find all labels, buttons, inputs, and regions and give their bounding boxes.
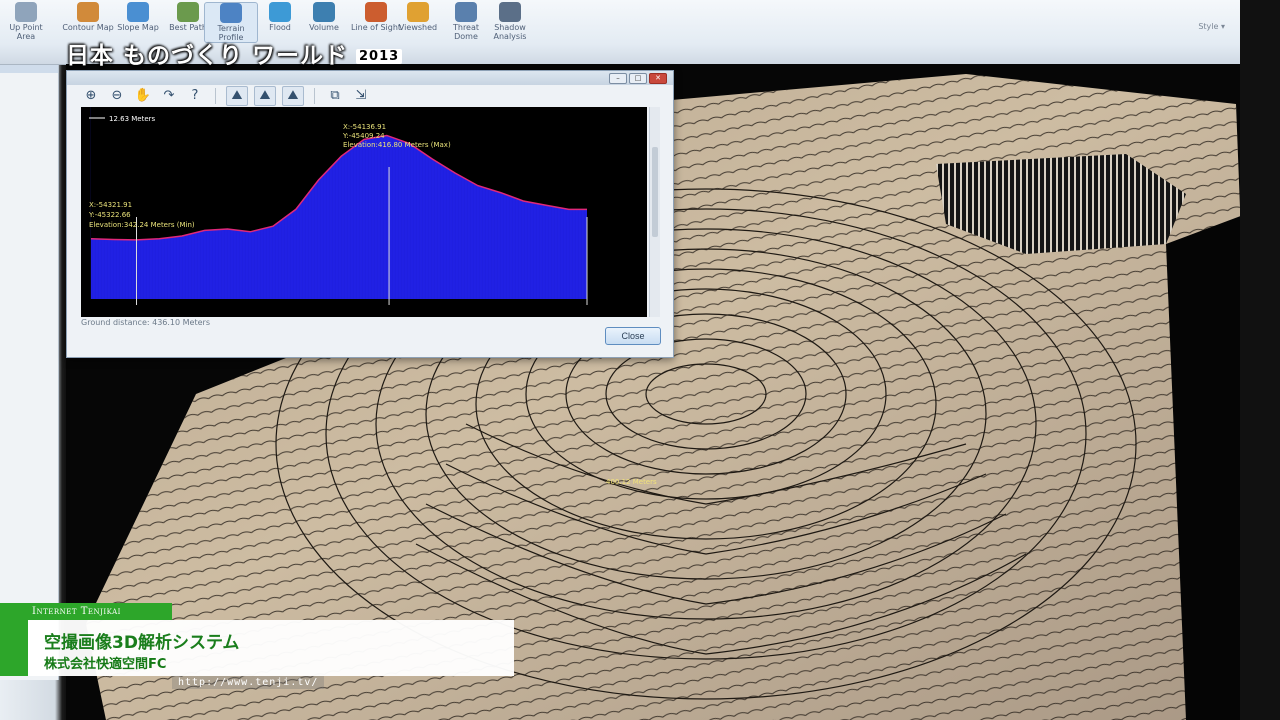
chart-scrollbar-thumb[interactable] — [652, 147, 658, 237]
left-side-panel — [0, 40, 59, 680]
profile-toolbar: ⊕ ⊖ ✋ ↷ ? ⛰ ⛰ ⛰ ⧉ ⇲ — [81, 85, 371, 107]
min-point-y: Y:-45322.66 — [88, 211, 131, 219]
show-title-text: 日本 ものづくり ワールド — [66, 43, 349, 69]
minimize-icon[interactable]: – — [609, 73, 627, 84]
ribbon-item-area[interactable]: Up Point Area — [0, 2, 52, 41]
show-title: 日本 ものづくり ワールド 2013 — [66, 36, 403, 70]
best-path-icon — [177, 2, 199, 22]
ribbon-item-slope-map[interactable]: Slope Map — [112, 2, 164, 32]
line-of-sight-icon — [365, 2, 387, 22]
ribbon-item-label: Shadow Analysis — [493, 23, 527, 41]
export-icon[interactable]: ⇲ — [351, 87, 371, 105]
ribbon-item-label: Best Path — [169, 23, 207, 32]
caption-title: 空撮画像3D解析システム — [44, 633, 240, 653]
max-point-elevation: Elevation:416.80 Meters (Max) — [343, 141, 451, 149]
redo-icon[interactable]: ↷ — [159, 87, 179, 105]
ribbon-item-shadow-analysis[interactable]: Shadow Analysis — [484, 2, 536, 41]
min-point-elevation: Elevation:342.24 Meters (Min) — [89, 221, 195, 229]
ribbon-item-contour-map[interactable]: Contour Map — [62, 2, 114, 32]
pan-icon[interactable]: ✋ — [133, 87, 153, 105]
channel-label-bar: Internet Tenjikai — [0, 603, 172, 620]
website-url[interactable]: http://www.tenji.tv/ — [172, 676, 325, 689]
ribbon-item-viewshed[interactable]: Viewshed — [392, 2, 444, 32]
area-icon — [15, 2, 37, 22]
min-point-x: X:-54321.91 — [89, 201, 132, 209]
ribbon-item-volume[interactable]: Volume — [298, 2, 350, 32]
max-point-x: X:-54136.91 — [343, 123, 386, 131]
help-icon[interactable]: ? — [185, 87, 205, 105]
caption-accent — [0, 620, 28, 676]
shadow-analysis-icon — [499, 2, 521, 22]
contour-elevation-label: 400.12 Meters — [606, 478, 657, 486]
profile-view-3-icon[interactable]: ⛰ — [282, 86, 304, 106]
show-year-badge: 2013 — [356, 49, 403, 64]
flood-icon — [269, 2, 291, 22]
terrain-profile-window[interactable]: – □ ✕ ⊕ ⊖ ✋ ↷ ? ⛰ ⛰ ⛰ ⧉ ⇲ 12.63 Meters X… — [66, 70, 674, 358]
ribbon-item-label: Up Point Area — [9, 23, 43, 41]
viewshed-icon — [407, 2, 429, 22]
max-point-y: Y:-45409.24 — [342, 132, 385, 140]
caption-box: 空撮画像3D解析システム 株式会社快適空間FC — [28, 620, 514, 676]
terrain-profile-icon — [220, 3, 242, 23]
zoom-out-icon[interactable]: ⊖ — [107, 87, 127, 105]
zoom-in-icon[interactable]: ⊕ — [81, 87, 101, 105]
profile-view-1-icon[interactable]: ⛰ — [226, 86, 248, 106]
ribbon-style-menu[interactable]: Style ▾ — [1198, 22, 1225, 31]
contour-map-icon — [77, 2, 99, 22]
ribbon-item-label: Slope Map — [117, 23, 159, 32]
ribbon-item-label: Viewshed — [398, 23, 438, 32]
scale-label: 12.63 Meters — [109, 115, 156, 123]
chart-scrollbar[interactable] — [649, 107, 660, 317]
ribbon-item-label: Threat Dome — [452, 23, 480, 41]
ribbon-item-label: Flood — [269, 23, 291, 32]
monitor-bezel-right — [1240, 0, 1280, 720]
elevation-profile-chart[interactable]: 12.63 Meters X:-54136.91 Y:-45409.24 Ele… — [81, 107, 647, 317]
ground-distance-label: Ground distance: 436.10 Meters — [81, 318, 210, 327]
close-icon[interactable]: ✕ — [649, 73, 667, 84]
ribbon-item-label: Contour Map — [62, 23, 114, 32]
elevation-profile-svg: 12.63 Meters X:-54136.91 Y:-45409.24 Ele… — [88, 107, 588, 305]
threat-dome-icon — [455, 2, 477, 22]
maximize-icon[interactable]: □ — [629, 73, 647, 84]
ribbon-item-label: Volume — [309, 23, 339, 32]
window-titlebar[interactable]: – □ ✕ — [67, 71, 673, 85]
copy-icon[interactable]: ⧉ — [325, 87, 345, 105]
slope-map-icon — [127, 2, 149, 22]
caption-company: 株式会社快適空間FC — [44, 657, 167, 672]
profile-view-2-icon[interactable]: ⛰ — [254, 86, 276, 106]
volume-icon — [313, 2, 335, 22]
close-button[interactable]: Close — [605, 327, 661, 345]
